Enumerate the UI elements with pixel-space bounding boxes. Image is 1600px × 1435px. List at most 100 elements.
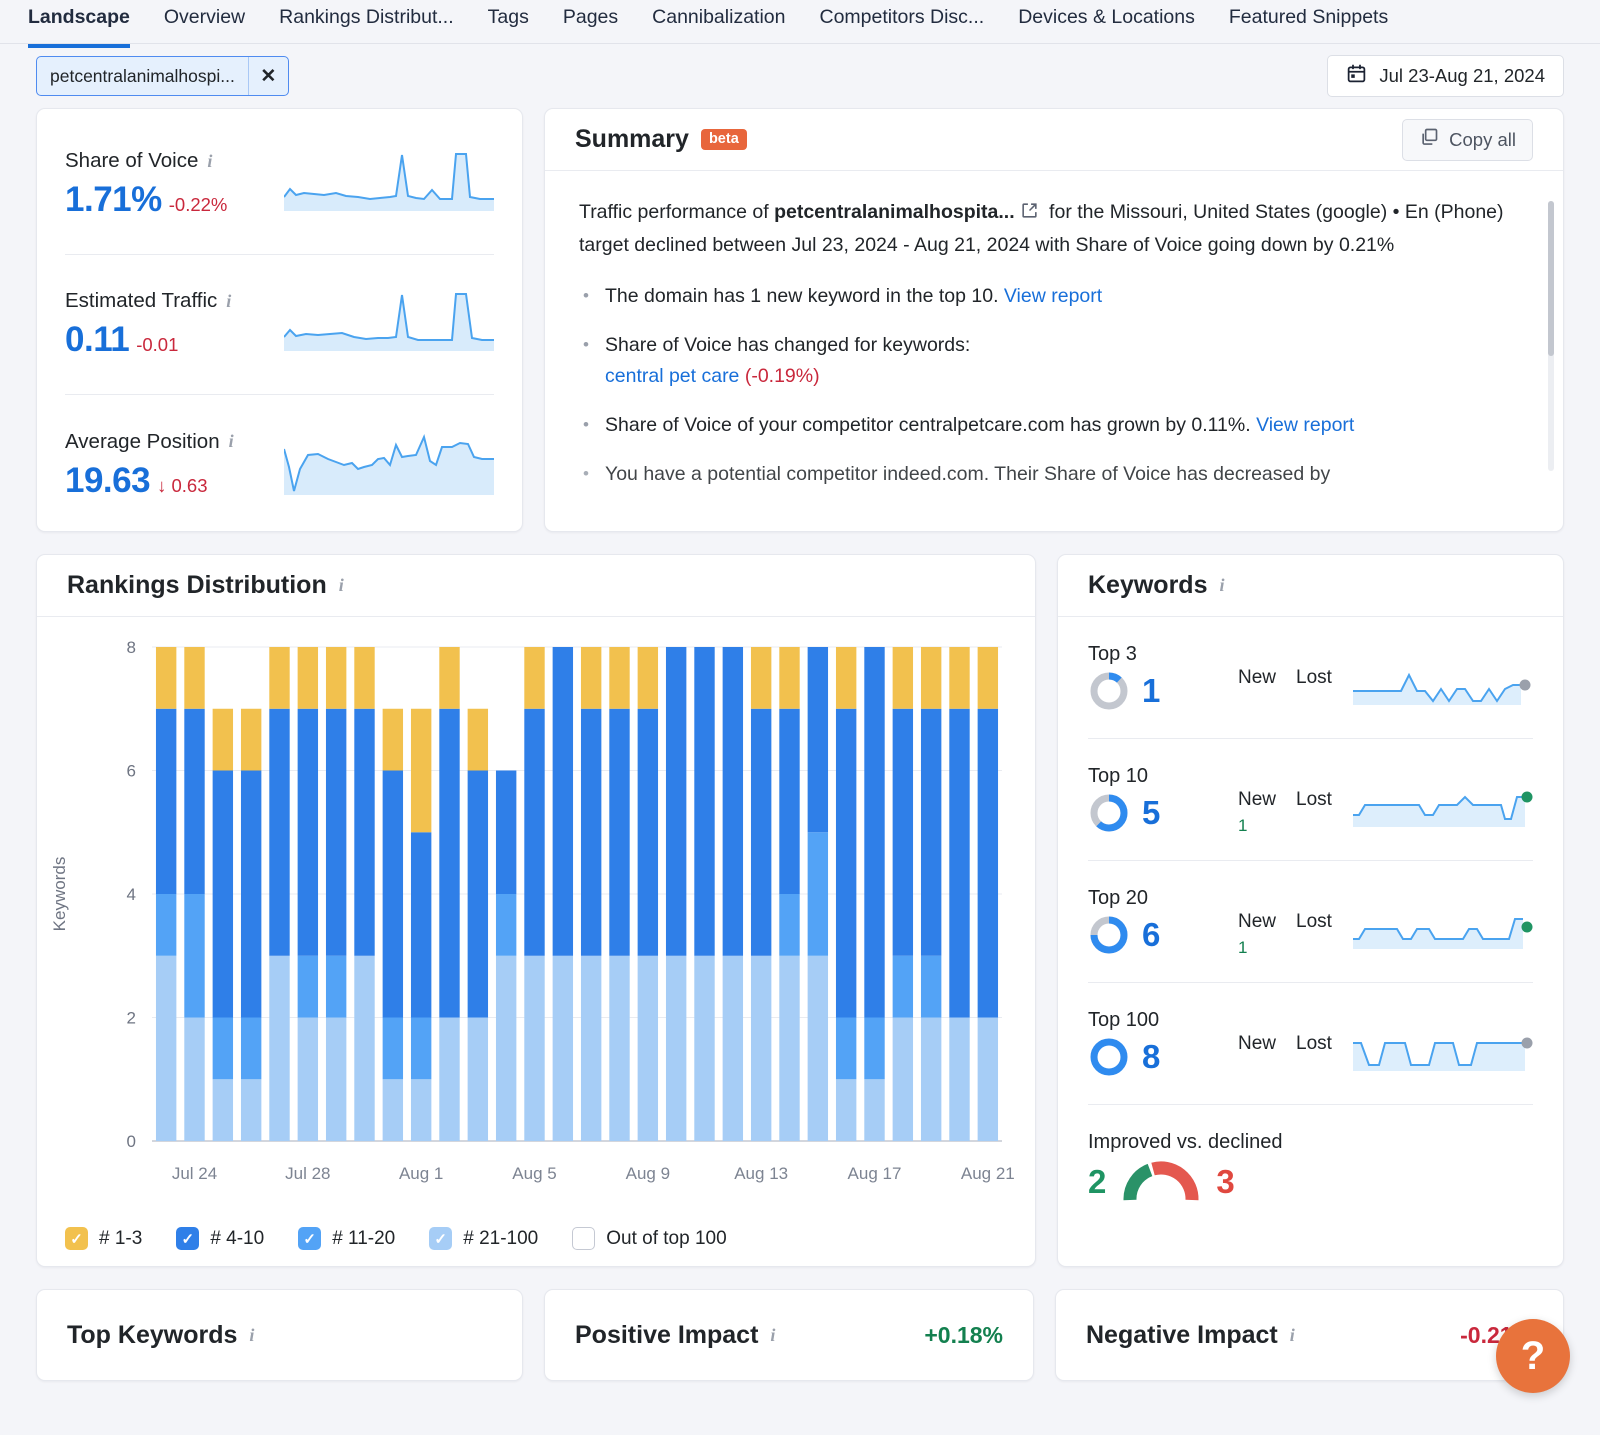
- tab-competitors-discovery[interactable]: Competitors Disc...: [819, 0, 984, 48]
- info-icon[interactable]: i: [1219, 575, 1224, 596]
- metric-value: 19.63: [65, 460, 151, 500]
- summary-scrollbar[interactable]: [1548, 201, 1554, 471]
- info-icon[interactable]: i: [229, 431, 234, 452]
- bullet-text: The domain has 1 new keyword in the top …: [605, 285, 1004, 307]
- summary-intro-pre: Traffic performance of: [579, 201, 775, 223]
- donut-icon: [1090, 1038, 1128, 1076]
- svg-text:Aug 1: Aug 1: [399, 1164, 443, 1183]
- tab-overview[interactable]: Overview: [164, 0, 245, 48]
- checkbox-out-of-top-100[interactable]: [572, 1227, 596, 1250]
- info-icon[interactable]: i: [226, 291, 231, 312]
- rankings-chart: 0 2 4 6 8 Keywords Jul 24 Jul 28 Aug 1 Aug 5 Aug 9…: [37, 617, 1035, 1217]
- metric-title-label: Estimated Traffic: [65, 289, 218, 312]
- rankings-header: Rankings Distribution i: [37, 555, 1035, 617]
- svg-text:Jul 28: Jul 28: [285, 1164, 330, 1183]
- date-range-label: Jul 23-Aug 21, 2024: [1379, 65, 1545, 86]
- legend-item-4-10[interactable]: ✓ # 4-10: [176, 1227, 264, 1250]
- bullet-text: You have a potential competitor indeed.c…: [605, 463, 1331, 485]
- top-keywords-card: Top Keywords i: [36, 1289, 523, 1381]
- positive-impact-value: +0.18%: [924, 1321, 1003, 1348]
- metric-share-of-voice: Share of Voice i 1.71% -0.22%: [65, 115, 494, 255]
- svg-text:Aug 9: Aug 9: [626, 1164, 670, 1183]
- donut-icon: [1090, 672, 1128, 710]
- improved-vs-declined: Improved vs. declined 2 3: [1088, 1105, 1533, 1204]
- new-value: 1: [1238, 938, 1248, 957]
- legend-item-1-3[interactable]: ✓ # 1-3: [65, 1227, 142, 1250]
- date-range-picker[interactable]: Jul 23-Aug 21, 2024: [1327, 55, 1564, 97]
- metric-delta: ↓ 0.63: [157, 474, 208, 496]
- summary-scrollbar-thumb[interactable]: [1548, 201, 1554, 356]
- external-link-icon[interactable]: [1020, 199, 1039, 230]
- rankings-bar-chart[interactable]: 0 2 4 6 8 Keywords Jul 24 Jul 28 Aug 1 Aug 5 Aug 9…: [37, 633, 1022, 1203]
- close-icon[interactable]: ✕: [247, 57, 288, 95]
- middle-row: Rankings Distribution i 0 2 4 6 8 Keywords Jul…: [0, 532, 1600, 1267]
- summary-title: Summary: [575, 125, 689, 153]
- tab-landscape[interactable]: Landscape: [28, 0, 130, 48]
- copy-icon: [1419, 127, 1439, 152]
- metric-title-label: Share of Voice: [65, 149, 199, 172]
- metric-estimated-traffic: Estimated Traffic i 0.11 -0.01: [65, 255, 494, 395]
- legend-item-11-20[interactable]: ✓ # 11-20: [298, 1227, 395, 1250]
- tab-pages[interactable]: Pages: [563, 0, 618, 48]
- list-item: Share of Voice of your competitor centra…: [579, 409, 1529, 441]
- sparkline-top-10: [1353, 791, 1533, 827]
- top-keywords-title: Top Keywords: [67, 1320, 238, 1349]
- view-report-link[interactable]: View report: [1004, 285, 1102, 307]
- main-tab-bar: Landscape Overview Rankings Distribut...…: [0, 0, 1600, 48]
- svg-text:Aug 5: Aug 5: [512, 1164, 556, 1183]
- keyword-row-top-20: Top 20 6 New 1 Lost: [1088, 861, 1533, 983]
- info-icon[interactable]: i: [770, 1325, 775, 1346]
- checkbox-21-100[interactable]: ✓: [429, 1227, 453, 1250]
- keyword-row-label: Top 100: [1088, 1009, 1160, 1031]
- lost-label: Lost: [1296, 911, 1332, 932]
- bullet-text: Share of Voice of your competitor centra…: [605, 414, 1257, 436]
- keyword-row-label: Top 20: [1088, 887, 1149, 909]
- bullet-text: Share of Voice has changed for keywords:: [605, 334, 971, 356]
- view-report-link[interactable]: View report: [1256, 414, 1354, 436]
- sparkline-share-of-voice: [284, 152, 494, 211]
- sparkline-estimated-traffic: [284, 292, 494, 351]
- metric-value: 1.71%: [65, 180, 162, 219]
- metric-delta: -0.01: [136, 334, 179, 355]
- info-icon[interactable]: i: [249, 1325, 254, 1346]
- summary-card: Summary beta Copy all Traffic performanc…: [544, 108, 1564, 532]
- checkbox-11-20[interactable]: ✓: [298, 1227, 322, 1250]
- checkbox-1-3[interactable]: ✓: [65, 1227, 88, 1250]
- legend-item-21-100[interactable]: ✓ # 21-100: [429, 1227, 538, 1250]
- summary-bullets: The domain has 1 new keyword in the top …: [579, 280, 1529, 490]
- svg-text:4: 4: [127, 885, 136, 904]
- domain-filter-label: petcentralanimalhospi...: [50, 65, 235, 86]
- tab-cannibalization[interactable]: Cannibalization: [652, 0, 785, 48]
- info-icon[interactable]: i: [1290, 1325, 1295, 1346]
- new-value: 1: [1238, 816, 1248, 835]
- copy-all-button[interactable]: Copy all: [1402, 118, 1533, 161]
- keyword-row-value: 5: [1142, 794, 1161, 831]
- tab-featured-snippets[interactable]: Featured Snippets: [1229, 0, 1388, 48]
- legend-label: # 21-100: [463, 1227, 539, 1249]
- checkbox-4-10[interactable]: ✓: [176, 1227, 200, 1250]
- donut-icon: [1090, 794, 1128, 832]
- positive-impact-card: Positive Impact i +0.18%: [544, 1289, 1034, 1381]
- new-label: New: [1238, 667, 1277, 688]
- keyword-row-value: 6: [1142, 916, 1161, 953]
- legend-label: # 1-3: [99, 1227, 143, 1249]
- tab-rankings-distribution[interactable]: Rankings Distribut...: [279, 0, 453, 48]
- summary-body: Traffic performance of petcentralanimalh…: [545, 171, 1563, 531]
- keyword-row-top-10: Top 10 5 New 1 Lost: [1088, 739, 1533, 861]
- keyword-link[interactable]: central pet care: [605, 365, 739, 387]
- tab-devices-locations[interactable]: Devices & Locations: [1018, 0, 1195, 48]
- metric-average-position: Average Position i 19.63 ↓ 0.63: [65, 395, 494, 535]
- new-label: New: [1238, 789, 1277, 810]
- legend-item-out-of-top-100[interactable]: Out of top 100: [572, 1227, 727, 1250]
- donut-icon: [1090, 916, 1128, 954]
- top-row: Share of Voice i 1.71% -0.22% Estimated …: [0, 108, 1600, 532]
- info-icon[interactable]: i: [339, 575, 344, 596]
- declined-value: 3: [1216, 1163, 1235, 1200]
- svg-text:Aug 13: Aug 13: [734, 1164, 788, 1183]
- help-button[interactable]: ?: [1496, 1319, 1570, 1393]
- svg-text:6: 6: [127, 762, 136, 781]
- tab-tags[interactable]: Tags: [488, 0, 529, 48]
- info-icon[interactable]: i: [207, 151, 212, 172]
- metric-value: 0.11: [65, 320, 130, 359]
- domain-filter-chip[interactable]: petcentralanimalhospi... ✕: [36, 56, 289, 96]
